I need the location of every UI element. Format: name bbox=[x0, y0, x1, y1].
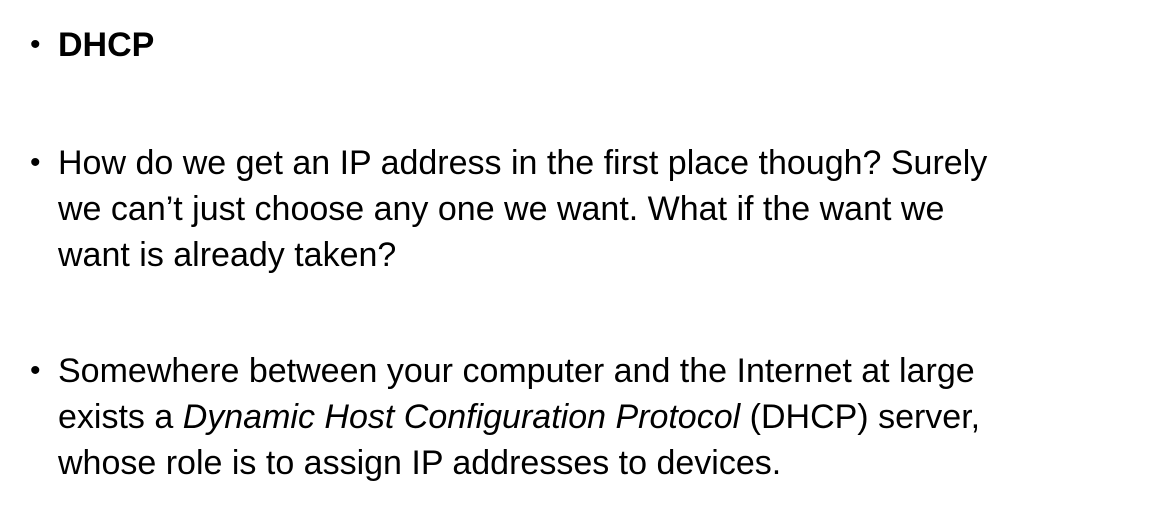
bullet-question-text: How do we get an IP address in the first… bbox=[58, 140, 1130, 278]
question-line-1: How do we get an IP address in the first… bbox=[58, 144, 988, 182]
bullet-marker: • bbox=[30, 146, 41, 179]
explanation-line-2-post: (DHCP) server, bbox=[740, 398, 981, 436]
slide: • DHCP • How do we get an IP address in … bbox=[0, 0, 1149, 522]
dhcp-full-name: Dynamic Host Configuration Protocol bbox=[182, 398, 741, 436]
bullet-marker: • bbox=[30, 28, 41, 61]
bullet-heading: DHCP bbox=[58, 26, 155, 64]
bullet-marker: • bbox=[30, 354, 41, 387]
bullet-explanation: • Somewhere between your computer and th… bbox=[30, 348, 1130, 486]
bullet-explanation-text: Somewhere between your computer and the … bbox=[58, 348, 1130, 486]
explanation-line-1: Somewhere between your computer and the … bbox=[58, 352, 975, 390]
question-line-3: want is already taken? bbox=[58, 236, 397, 274]
explanation-line-3: whose role is to assign IP addresses to … bbox=[58, 444, 782, 482]
bullet-question: • How do we get an IP address in the fir… bbox=[30, 140, 1130, 278]
bullet-dhcp: • DHCP bbox=[30, 22, 1130, 68]
explanation-line-2-pre: exists a bbox=[58, 398, 183, 436]
question-line-2: we can’t just choose any one we want. Wh… bbox=[58, 190, 945, 228]
